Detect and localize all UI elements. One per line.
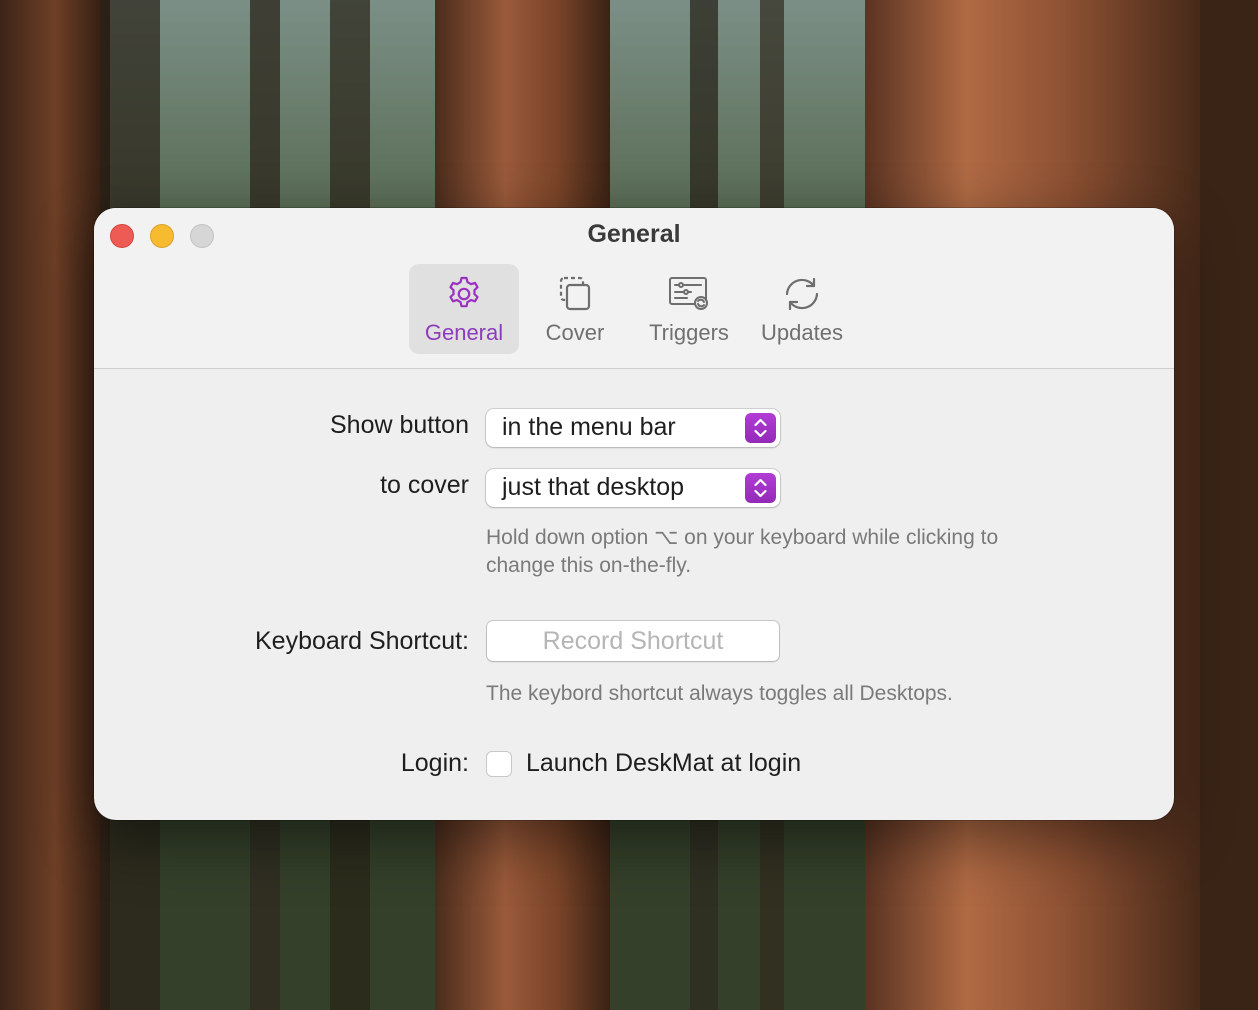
show-button-label: Show button [330,411,469,439]
tab-updates[interactable]: Updates [750,264,854,354]
tab-triggers[interactable]: Triggers [637,264,741,354]
window-toolbar: General General Cover Triggers Updates [94,208,1174,369]
option-hint-line-2: change this on-the-fly. [486,554,692,577]
show-button-value: in the menu bar [502,413,676,441]
option-hint-line-1: Hold down option ⌥ on your keyboard whil… [486,526,999,549]
tab-cover-label: Cover [545,320,605,345]
tab-cover[interactable]: Cover [525,264,625,354]
popup-chevrons-icon [745,413,776,443]
updates-icon [785,277,819,311]
login-label: Login: [400,749,469,777]
shortcut-hint-text: The keybord shortcut always toggles all … [486,682,953,705]
cover-popup[interactable]: just that desktop [486,469,780,507]
window-title: General [587,220,681,248]
option-hint-text: Hold down option ⌥ on your keyboard whil… [486,524,1106,580]
launch-at-login-label[interactable]: Launch DeskMat at login [526,749,801,778]
cover-icon [559,276,591,311]
launch-at-login-checkbox[interactable] [486,751,512,777]
cover-value: just that desktop [502,473,685,501]
tab-triggers-label: Triggers [649,320,729,345]
popup-chevrons-icon [745,473,776,503]
preferences-window: General General Cover Triggers Updates S… [94,208,1174,820]
tab-updates-label: Updates [761,320,843,345]
keyboard-shortcut-label: Keyboard Shortcut: [254,627,469,655]
show-button-popup[interactable]: in the menu bar [486,409,780,447]
tab-general[interactable]: General [409,264,519,354]
triggers-icon [669,277,708,310]
record-shortcut-button[interactable]: Record Shortcut [487,621,779,661]
tab-general-label: General [424,320,504,345]
gear-icon [449,276,479,308]
cover-label: to cover [380,471,469,499]
